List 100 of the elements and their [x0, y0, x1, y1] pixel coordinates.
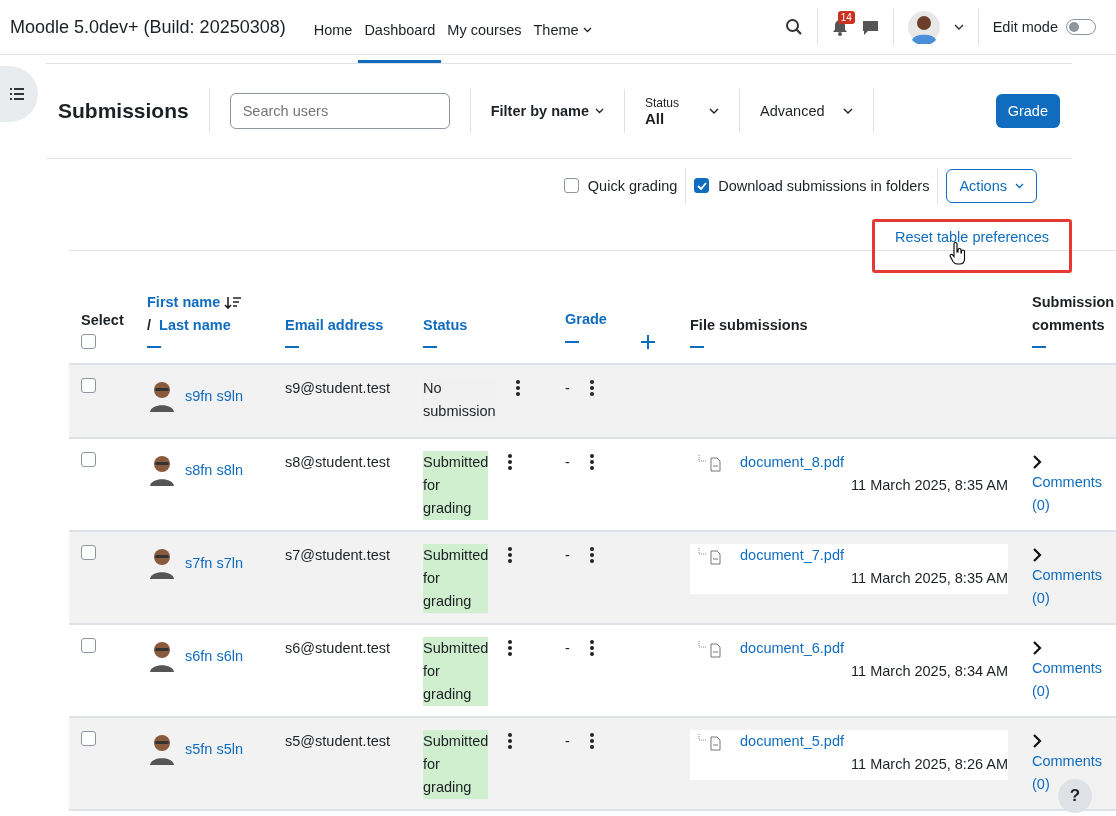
comments-count-link[interactable]: (0)	[1032, 773, 1050, 796]
grade-sort-link[interactable]: Grade	[565, 308, 607, 331]
file-link[interactable]: document_7.pdf	[740, 544, 844, 567]
file-date: 11 March 2025, 8:34 AM	[851, 662, 1008, 681]
email-text: s8@student.test	[285, 454, 390, 470]
row-checkbox[interactable]	[81, 638, 96, 653]
more-options-icon[interactable]	[508, 454, 513, 470]
collapse-column-icon[interactable]	[565, 340, 579, 344]
grade-value: -	[565, 379, 570, 398]
email-text: s6@student.test	[285, 640, 390, 656]
grade-value: -	[565, 639, 570, 658]
nav-link[interactable]: Home	[307, 0, 359, 63]
row-checkbox[interactable]	[81, 452, 96, 467]
user-name-link[interactable]: s8fn s8ln	[185, 459, 244, 482]
nav-link[interactable]: Theme	[527, 0, 598, 63]
row-checkbox[interactable]	[81, 545, 96, 560]
expand-chevron-icon[interactable]	[1032, 548, 1042, 562]
first-name-sort-link[interactable]: First name	[147, 291, 221, 314]
more-options-icon[interactable]	[589, 454, 594, 470]
nav-link[interactable]: My courses	[441, 0, 528, 63]
site-name[interactable]: Moodle 5.0dev+ (Build: 20250308)	[10, 16, 286, 38]
status-dropdown[interactable]: Status All	[625, 95, 740, 127]
comments-count-link[interactable]: (0)	[1032, 680, 1050, 703]
comments-link[interactable]: Comments	[1032, 564, 1103, 587]
more-options-icon[interactable]	[508, 547, 513, 563]
file-date: 11 March 2025, 8:35 AM	[851, 476, 1008, 495]
download-folders-checkbox[interactable]	[694, 178, 710, 193]
list-icon	[10, 88, 24, 100]
course-index-button[interactable]	[0, 66, 38, 122]
grade-value: -	[565, 453, 570, 472]
collapse-column-icon[interactable]	[285, 345, 299, 349]
comments-link[interactable]: Comments	[1032, 750, 1103, 773]
grade-button[interactable]: Grade	[995, 94, 1060, 128]
collapse-column-icon[interactable]	[147, 345, 161, 349]
more-options-icon[interactable]	[508, 733, 513, 749]
caret-icon	[842, 108, 853, 114]
advanced-dropdown[interactable]: Advanced	[740, 103, 873, 119]
user-avatar-icon[interactable]	[907, 10, 940, 44]
quick-grading-checkbox[interactable]	[563, 178, 579, 193]
sort-descending-icon	[224, 295, 243, 310]
submission-status: Submitted for grading	[423, 730, 489, 799]
collapse-column-icon[interactable]	[1032, 345, 1046, 349]
file-link[interactable]: document_6.pdf	[740, 637, 844, 660]
expand-chevron-icon[interactable]	[1032, 734, 1042, 748]
plus-icon[interactable]	[641, 335, 655, 349]
status-sort-link[interactable]: Status	[423, 314, 468, 337]
hand-cursor-icon	[949, 242, 967, 266]
row-checkbox[interactable]	[81, 378, 96, 393]
email-text: s7@student.test	[285, 547, 390, 563]
notification-count: 14	[837, 10, 855, 24]
email-text: s9@student.test	[285, 380, 390, 396]
more-options-icon[interactable]	[508, 640, 513, 656]
more-options-icon[interactable]	[589, 547, 594, 563]
search-field[interactable]: Search users	[229, 93, 450, 129]
column-header: Submission comments	[1032, 293, 1116, 335]
nav-link[interactable]: Dashboard	[358, 0, 442, 63]
last-name-sort-link[interactable]: Last name	[159, 314, 231, 337]
expand-chevron-icon[interactable]	[1032, 455, 1042, 469]
submission-status: Submitted for grading	[423, 451, 489, 520]
comments-count-link[interactable]: (0)	[1032, 587, 1050, 610]
search-icon[interactable]	[784, 18, 803, 36]
user-name-link[interactable]: s6fn s6ln	[185, 645, 244, 668]
grade-value: -	[565, 546, 570, 565]
collapse-column-icon[interactable]	[423, 345, 437, 349]
reset-table-link[interactable]: Reset table preferences	[895, 229, 1049, 270]
column-header: Select	[81, 311, 124, 330]
file-link[interactable]: document_5.pdf	[740, 730, 844, 753]
caret-icon	[582, 27, 592, 33]
more-options-icon[interactable]	[515, 380, 520, 396]
grade-value: -	[565, 732, 570, 751]
more-options-icon[interactable]	[589, 380, 594, 396]
file-link[interactable]: document_8.pdf	[740, 451, 844, 474]
caret-icon[interactable]	[953, 24, 964, 30]
caret-icon	[709, 108, 720, 114]
filter-dropdown[interactable]: Filter by name	[470, 103, 624, 119]
caret-icon	[1015, 182, 1024, 189]
caret-icon	[595, 108, 604, 114]
comments-link[interactable]: Comments	[1032, 657, 1103, 680]
edit-mode-label: Edit mode	[992, 19, 1058, 35]
user-name-link[interactable]: s5fn s5ln	[185, 738, 244, 761]
collapse-column-icon[interactable]	[690, 345, 704, 349]
user-name-link[interactable]: s9fn s9ln	[185, 385, 244, 408]
column-header: File submissions	[690, 316, 808, 335]
name-separator: /	[147, 316, 152, 335]
actions-dropdown[interactable]: Actions	[946, 168, 1037, 203]
user-name-link[interactable]: s7fn s7ln	[185, 552, 244, 575]
submission-status: Submitted for grading	[423, 637, 489, 706]
expand-chevron-icon[interactable]	[1032, 641, 1042, 655]
row-checkbox[interactable]	[81, 731, 96, 746]
quick-grading-label: Quick grading	[587, 177, 678, 194]
download-folders-label: Download submissions in folders	[718, 177, 930, 194]
select-all-checkbox[interactable]	[81, 334, 96, 349]
more-options-icon[interactable]	[589, 640, 594, 656]
submission-status: Submitted for grading	[423, 544, 489, 613]
comments-count-link[interactable]: (0)	[1032, 494, 1050, 517]
comments-link[interactable]: Comments	[1032, 471, 1103, 494]
file-date: 11 March 2025, 8:35 AM	[851, 569, 1008, 588]
more-options-icon[interactable]	[589, 733, 594, 749]
email-sort-link[interactable]: Email address	[285, 314, 384, 337]
chat-bubble-icon[interactable]	[861, 18, 879, 36]
